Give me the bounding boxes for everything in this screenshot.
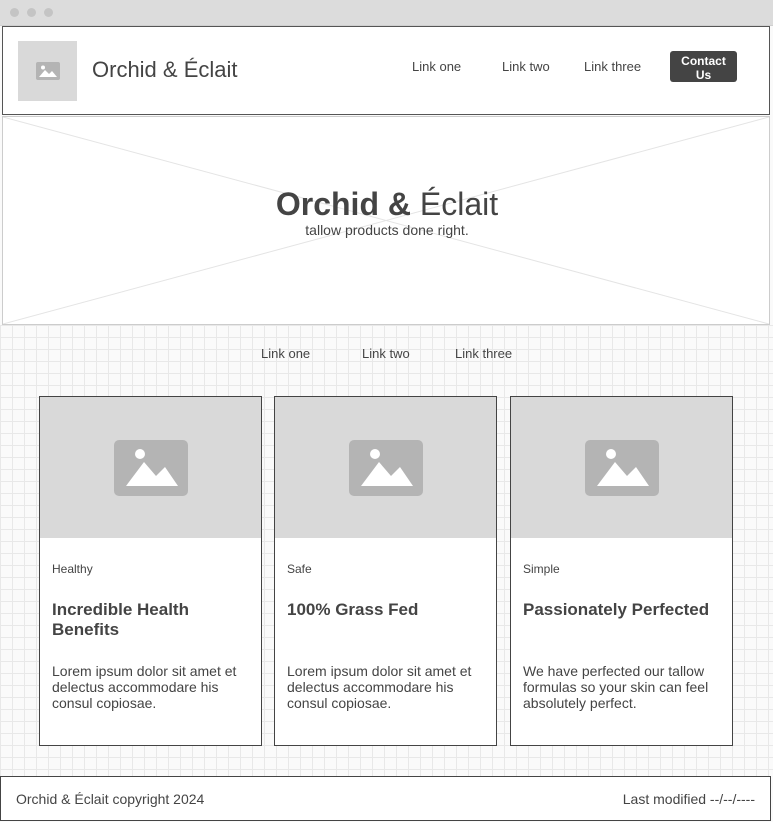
card-title: 100% Grass Fed <box>287 600 419 619</box>
nav-link-two[interactable]: Link two <box>502 59 550 74</box>
card-image-placeholder <box>40 397 261 538</box>
image-placeholder-icon <box>584 439 659 496</box>
image-placeholder-icon <box>113 439 188 496</box>
feature-card-simple[interactable]: Simple Passionately Perfected We have pe… <box>510 396 733 746</box>
site-footer: Orchid & Éclait copyright 2024 Last modi… <box>0 776 771 821</box>
card-tag: Healthy <box>52 562 93 576</box>
hero-title-bold: Orchid & <box>275 186 411 222</box>
feature-card-healthy[interactable]: Healthy Incredible Health Benefits Lorem… <box>39 396 262 746</box>
site-title[interactable]: Orchid & Éclait <box>92 57 238 83</box>
hero-subtitle: tallow products done right. <box>305 222 469 238</box>
subnav-link-one[interactable]: Link one <box>261 346 310 361</box>
logo-placeholder[interactable] <box>18 41 77 101</box>
site-header: Orchid & Éclait Link one Link two Link t… <box>2 26 770 115</box>
footer-last-modified: Last modified --/--/---- <box>622 791 755 807</box>
card-body: Lorem ipsum dolor sit amet et delectus a… <box>287 663 472 711</box>
window-dot-close[interactable] <box>10 8 19 17</box>
window-dot-minimize[interactable] <box>27 8 36 17</box>
nav-link-three[interactable]: Link three <box>584 59 641 74</box>
hero-title-light: Éclait <box>410 186 499 222</box>
image-placeholder-icon <box>348 439 423 496</box>
footer-copyright: Orchid & Éclait copyright 2024 <box>16 791 205 807</box>
window-dot-maximize[interactable] <box>44 8 53 17</box>
contact-us-label: Contact Us <box>681 53 726 82</box>
hero-banner: Orchid & Éclait tallow products done rig… <box>2 116 770 325</box>
card-title: Incredible Health Benefits <box>52 600 189 639</box>
image-placeholder-icon <box>35 62 60 80</box>
contact-us-button[interactable]: Contact Us <box>670 51 737 82</box>
card-image-placeholder <box>275 397 496 538</box>
card-body: We have perfected our tallow formulas so… <box>523 663 709 711</box>
card-tag: Safe <box>287 562 312 576</box>
nav-link-one[interactable]: Link one <box>412 59 461 74</box>
feature-card-safe[interactable]: Safe 100% Grass Fed Lorem ipsum dolor si… <box>274 396 497 746</box>
card-body: Lorem ipsum dolor sit amet et delectus a… <box>52 663 237 711</box>
card-image-placeholder <box>511 397 732 538</box>
subnav-link-three[interactable]: Link three <box>455 346 512 361</box>
subnav-link-two[interactable]: Link two <box>362 346 410 361</box>
hero-title: Orchid & Éclait <box>3 186 771 223</box>
card-title: Passionately Perfected <box>523 600 710 619</box>
card-tag: Simple <box>523 562 560 576</box>
window-title-bar <box>0 0 773 26</box>
